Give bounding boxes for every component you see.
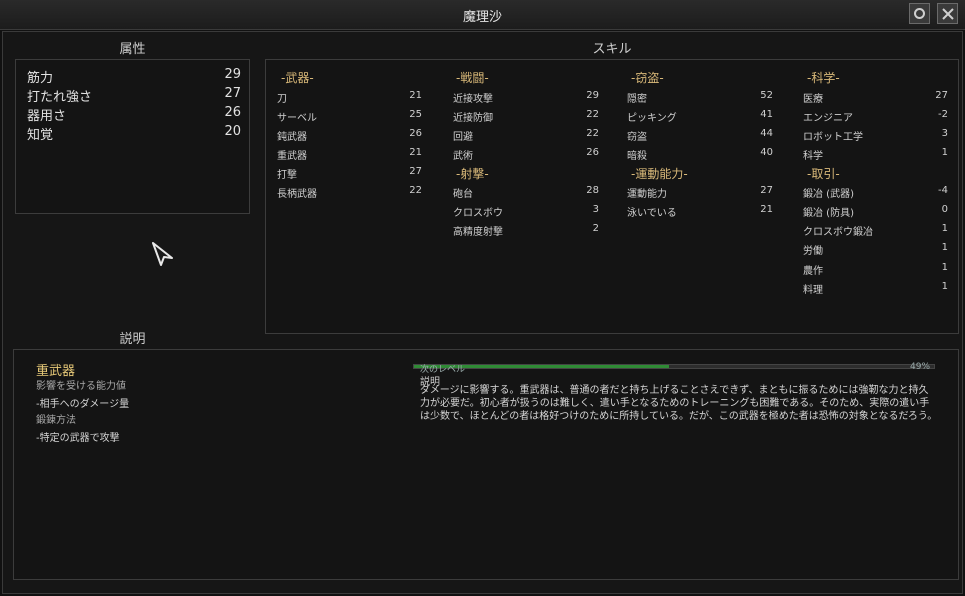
skill-name[interactable]: 泳いでいる (627, 204, 677, 219)
skill-value: 27 (935, 90, 948, 101)
attribute-row[interactable]: 筋力 29 (27, 67, 241, 86)
gear-icon[interactable] (909, 3, 930, 24)
skill-name[interactable]: 窃盗 (627, 128, 647, 143)
skill-value: 1 (941, 147, 948, 158)
skill-value: 44 (760, 128, 773, 139)
skill-name[interactable]: 鍛冶 (武器) (803, 185, 854, 200)
attributes-list: 筋力 29 打たれ強さ 27 器用さ 26 知覚 20 (15, 59, 250, 214)
progress-percent: 49% (910, 362, 931, 372)
skill-value: 26 (409, 128, 422, 139)
level-progress-bar (413, 364, 935, 369)
skill-category: -科学- (807, 71, 840, 85)
skill-name[interactable]: 農作 (803, 262, 823, 277)
skill-name[interactable]: 刀 (277, 90, 287, 105)
affected-stat-value: -相手へのダメージ量 (36, 399, 130, 410)
skill-value: 21 (760, 204, 773, 215)
skill-value: 26 (586, 147, 599, 158)
skill-value: -2 (938, 109, 948, 120)
skill-value: -4 (938, 185, 948, 196)
skill-value: 1 (941, 223, 948, 234)
attribute-value: 27 (224, 86, 241, 101)
skill-name[interactable]: 鈍武器 (277, 128, 307, 143)
skill-name[interactable]: ピッキング (627, 109, 677, 124)
skill-name[interactable]: 高精度射撃 (453, 223, 503, 238)
skill-category: -射撃- (456, 167, 489, 181)
skill-value: 1 (941, 262, 948, 273)
skill-category: -運動能力- (631, 167, 688, 181)
description-header: 説明 (119, 332, 146, 347)
attribute-name: 打たれ強さ (27, 90, 93, 105)
attributes-header: 属性 (119, 42, 146, 57)
attribute-value: 26 (224, 105, 241, 120)
training-method-label: 鍛錬方法 (36, 415, 76, 426)
description-text: ダメージに影響する。重武器は、普通の者だと持ち上げることさえできず、まともに振る… (420, 385, 938, 422)
skill-category: -戦闘- (456, 71, 489, 85)
skill-value: 2 (592, 223, 599, 234)
skill-name[interactable]: 重武器 (277, 147, 307, 162)
skill-value: 28 (586, 185, 599, 196)
skill-value: 21 (409, 90, 422, 101)
skill-value: 22 (586, 109, 599, 120)
attribute-value: 20 (224, 124, 241, 139)
skill-name[interactable]: 労働 (803, 242, 823, 257)
skill-value: 0 (941, 204, 948, 215)
skill-value: 3 (941, 128, 948, 139)
skill-name[interactable]: ロボット工学 (803, 128, 863, 143)
skill-name[interactable]: 近接防御 (453, 109, 493, 124)
skill-name[interactable]: 医療 (803, 90, 823, 105)
skill-name[interactable]: クロスボウ鍛冶 (803, 223, 873, 238)
skill-name[interactable]: 暗殺 (627, 147, 647, 162)
skill-value: 40 (760, 147, 773, 158)
attribute-name: 知覚 (27, 128, 54, 143)
skill-name[interactable]: エンジニア (803, 109, 853, 124)
skill-name[interactable]: 運動能力 (627, 185, 667, 200)
window-title: 魔理沙 (462, 10, 502, 25)
skill-name[interactable]: 砲台 (453, 185, 473, 200)
skill-name[interactable]: クロスボウ (453, 204, 503, 219)
skill-name[interactable]: 鍛冶 (防具) (803, 204, 854, 219)
skill-value: 22 (409, 185, 422, 196)
attribute-name: 器用さ (27, 109, 67, 124)
skill-name[interactable]: 長柄武器 (277, 185, 317, 200)
skills-header: スキル (592, 42, 632, 57)
skills-list (265, 59, 959, 334)
skill-value: 27 (409, 166, 422, 177)
training-method-value: -特定の武器で攻撃 (36, 433, 120, 444)
skill-value: 3 (592, 204, 599, 215)
skill-value: 22 (586, 128, 599, 139)
skill-name[interactable]: 科学 (803, 147, 823, 162)
skill-name[interactable]: 隠密 (627, 90, 647, 105)
skill-category: -窃盗- (631, 71, 664, 85)
skill-category: -取引- (807, 167, 840, 181)
skill-value: 1 (941, 281, 948, 292)
skill-value: 21 (409, 147, 422, 158)
skill-value: 1 (941, 242, 948, 253)
skill-name[interactable]: サーベル (277, 109, 317, 124)
close-icon[interactable] (937, 3, 958, 24)
skill-name[interactable]: 料理 (803, 281, 823, 296)
affected-stat-label: 影響を受ける能力値 (36, 381, 126, 392)
attribute-name: 筋力 (27, 71, 54, 86)
attribute-row[interactable]: 知覚 20 (27, 124, 241, 143)
skill-name[interactable]: 打撃 (277, 166, 297, 181)
skill-value: 25 (409, 109, 422, 120)
skill-value: 52 (760, 90, 773, 101)
skill-name[interactable]: 近接攻撃 (453, 90, 493, 105)
attribute-row[interactable]: 打たれ強さ 27 (27, 86, 241, 105)
title-bar: 魔理沙 (0, 0, 965, 30)
attribute-value: 29 (224, 67, 241, 82)
skill-name[interactable]: 武術 (453, 147, 473, 162)
skill-value: 41 (760, 109, 773, 120)
skill-category: -武器- (281, 71, 314, 85)
skill-name[interactable]: 回避 (453, 128, 473, 143)
skill-value: 27 (760, 185, 773, 196)
attribute-row[interactable]: 器用さ 26 (27, 105, 241, 124)
cursor-icon (152, 242, 173, 266)
skill-value: 29 (586, 90, 599, 101)
